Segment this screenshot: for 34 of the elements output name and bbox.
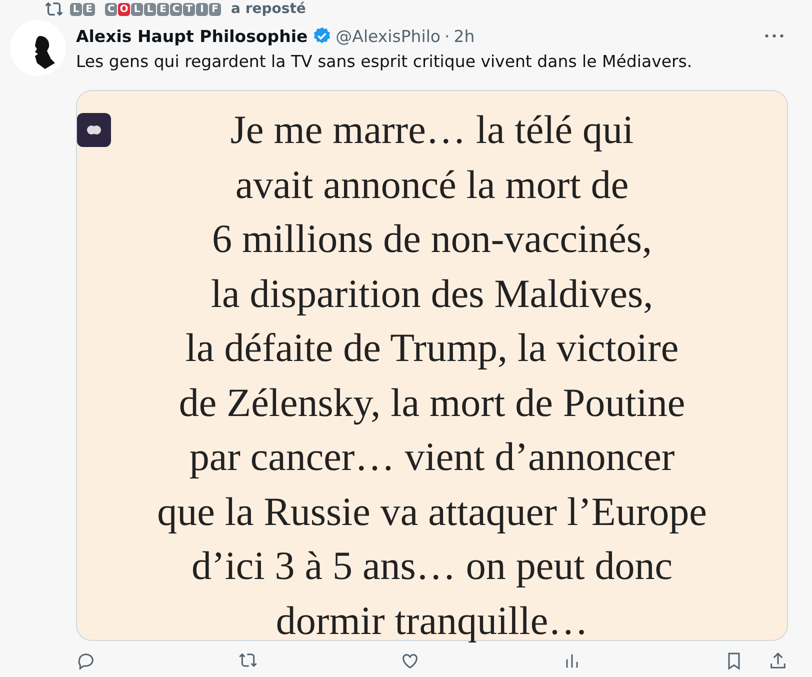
styled-letter: E: [157, 2, 169, 16]
styled-letter: I: [196, 2, 208, 16]
styled-letter: E: [83, 2, 95, 16]
styled-letter: O: [118, 2, 130, 16]
image-text-line: d’ici 3 à 5 ans… on peut donc: [192, 542, 672, 590]
image-text-line: que la Russie va attaquer l’Europe: [157, 488, 707, 536]
styled-letter: L: [70, 2, 82, 16]
repost-label: a reposté: [231, 1, 306, 17]
repost-icon: [44, 0, 64, 18]
styled-letter: L: [144, 2, 156, 16]
styled-letter: F: [209, 2, 221, 16]
like-icon[interactable]: [400, 651, 420, 671]
styled-letter: L: [131, 2, 143, 16]
share-icon[interactable]: [768, 651, 788, 671]
avatar[interactable]: [10, 20, 66, 76]
more-button[interactable]: •••: [764, 30, 788, 42]
image-text-line: la défaite de Trump, la victoire: [185, 324, 679, 372]
post-image[interactable]: [76, 90, 788, 641]
reply-icon[interactable]: [76, 651, 96, 671]
styled-letter: T: [183, 2, 195, 16]
post-text: Les gens qui regardent la TV sans esprit critique vivent dans le Médiavers.: [76, 51, 694, 73]
author-name[interactable]: Alexis Haupt Philosophie: [76, 26, 308, 46]
author-handle[interactable]: @AlexisPhilo: [336, 26, 441, 46]
image-text-line: dormir tranquille…: [276, 596, 588, 644]
image-text-line: de Zélensky, la mort de Poutine: [178, 378, 686, 427]
separator: ·: [444, 26, 450, 46]
styled-letter: C: [170, 2, 182, 16]
post-time[interactable]: 2h: [454, 26, 475, 46]
styled-letter: C: [105, 2, 117, 16]
image-text-line: par cancer… vient d’annoncer: [189, 433, 675, 481]
image-text-line: 6 millions de non-vaccinés,: [212, 215, 652, 263]
image-text-line: la disparition des Maldives,: [210, 270, 654, 318]
image-text-line: avait annoncé la mort de: [235, 160, 629, 208]
image-text-line: Je me marre… la télé qui: [230, 106, 634, 154]
